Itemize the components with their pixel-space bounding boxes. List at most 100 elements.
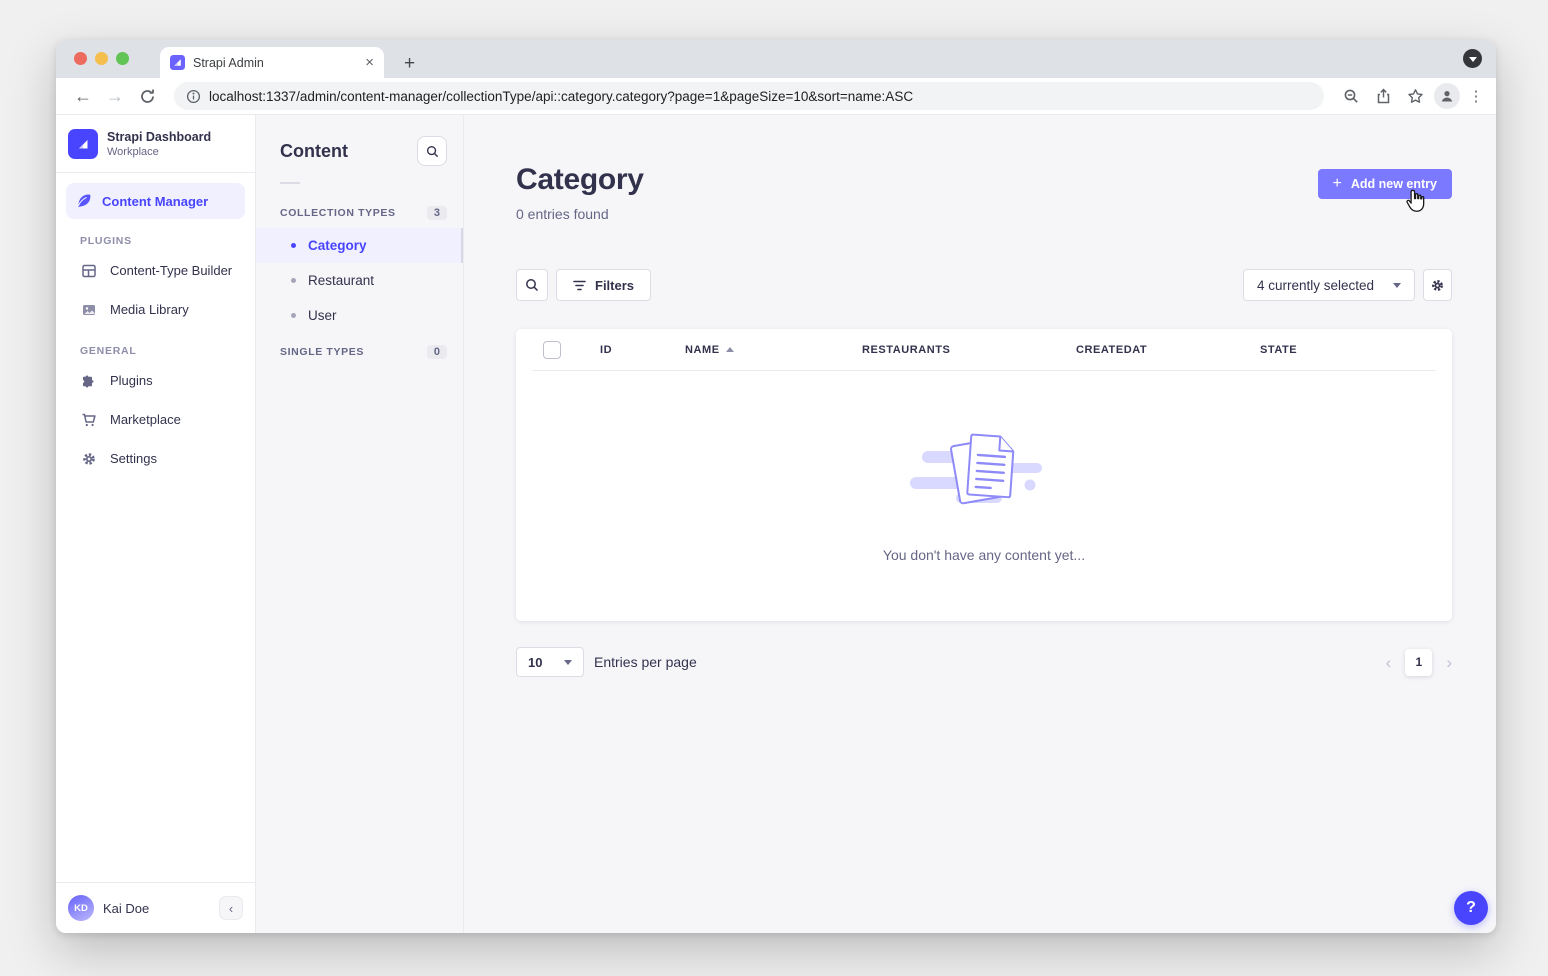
strapi-logo-icon [68,129,98,159]
sidebar-item-label: Plugins [110,373,153,388]
info-icon[interactable] [186,89,201,104]
browser-menu-icon[interactable]: ⋮ [1466,87,1486,105]
select-all-checkbox[interactable] [543,341,561,359]
gear-icon [1430,278,1445,293]
pen-icon [75,193,91,209]
user-name: Kai Doe [103,901,210,916]
sidebar-item-media-library[interactable]: Media Library [56,290,255,329]
search-button[interactable] [516,269,548,301]
collection-type-label: Restaurant [308,273,374,288]
tab-close-icon[interactable]: × [365,55,374,70]
subnav-divider [280,182,300,184]
screenshot-stage: Strapi Admin × + ← → localhost:1337/admi… [0,0,1548,976]
workspace-brand[interactable]: Strapi Dashboard Workplace [56,115,255,172]
page-title: Category [516,163,644,197]
collection-type-label: Category [308,238,367,253]
sidebar-item-plugins[interactable]: Plugins [56,361,255,400]
browser-tabstrip: Strapi Admin × + [56,40,1496,78]
forward-button[interactable]: → [102,86,128,107]
collection-type-label: User [308,308,337,323]
cart-icon [81,412,97,428]
sidebar-item-label: Marketplace [110,412,181,427]
brand-title: Strapi Dashboard [107,130,211,146]
back-button[interactable]: ← [70,86,96,107]
page-number-button[interactable]: 1 [1405,649,1432,676]
sort-asc-icon [726,347,734,352]
subnav-title: Content [280,141,348,162]
table-header-row: ID NAME RESTAURANTS CREATEDAT STATE [516,329,1452,370]
column-header-name[interactable]: NAME [685,344,862,356]
filters-button[interactable]: Filters [556,269,651,301]
reload-icon[interactable] [134,83,160,109]
column-header-id[interactable]: ID [600,344,685,356]
collection-types-count-badge: 3 [427,206,447,220]
documents-empty-illustration [904,421,1064,521]
close-window-button[interactable] [74,52,87,65]
zoom-icon[interactable] [1338,83,1364,109]
collapse-sidebar-button[interactable]: ‹ [219,896,243,920]
collection-type-item-category[interactable]: Category [256,228,463,263]
brand-subtitle: Workplace [107,146,211,158]
new-tab-button[interactable]: + [398,54,421,73]
bullet-icon [291,313,296,318]
sidebar-divider [56,172,255,173]
sidebar-item-label: Content Manager [102,194,208,209]
bullet-icon [291,278,296,283]
share-icon[interactable] [1370,83,1396,109]
minimize-window-button[interactable] [95,52,108,65]
entries-per-page-label: Entries per page [594,654,697,670]
column-header-createdat[interactable]: CREATEDAT [1076,344,1260,356]
filter-icon [573,280,586,291]
plus-icon: + [1333,176,1342,192]
chevron-down-icon [564,660,572,665]
subnav-search-button[interactable] [417,136,447,166]
column-header-state[interactable]: STATE [1260,344,1436,356]
sidebar-section-plugins: PLUGINS [80,235,255,247]
sidebar-item-marketplace[interactable]: Marketplace [56,400,255,439]
view-settings-button[interactable] [1423,269,1452,301]
favicon-strapi-icon [170,55,185,70]
puzzle-icon [81,373,97,389]
pagination-bar: 10 Entries per page ‹ 1 › [516,647,1452,677]
fields-selected-dropdown[interactable]: 4 currently selected [1243,269,1415,301]
sidebar-item-label: Content-Type Builder [110,263,232,278]
image-icon [81,302,97,318]
sidebar-item-label: Media Library [110,302,189,317]
chevron-down-icon [1393,283,1401,288]
browser-tab[interactable]: Strapi Admin × [160,47,384,78]
bookmark-star-icon[interactable] [1402,83,1428,109]
window-controls[interactable] [74,52,129,65]
browser-profile-icon[interactable] [1434,83,1460,109]
collection-types-label: COLLECTION TYPES [280,207,396,219]
sidebar-item-content-manager[interactable]: Content Manager [66,183,245,219]
entries-table: ID NAME RESTAURANTS CREATEDAT STATE [516,329,1452,621]
primary-sidebar: Strapi Dashboard Workplace Content Manag… [56,115,256,933]
content-subnav: Content COLLECTION TYPES 3 Category [256,115,464,933]
browser-media-control-icon[interactable] [1463,49,1482,68]
collection-type-item-user[interactable]: User [256,298,463,333]
page-size-select[interactable]: 10 [516,647,584,677]
column-header-restaurants[interactable]: RESTAURANTS [862,344,1076,356]
single-types-count-badge: 0 [427,345,447,359]
strapi-admin-app: Strapi Dashboard Workplace Content Manag… [56,115,1496,933]
previous-page-button[interactable]: ‹ [1386,654,1392,671]
browser-toolbar: ← → localhost:1337/admin/content-manager… [56,78,1496,115]
address-bar[interactable]: localhost:1337/admin/content-manager/col… [174,82,1324,110]
empty-state: You don't have any content yet... [516,371,1452,563]
sidebar-item-settings[interactable]: Settings [56,439,255,478]
next-page-button[interactable]: › [1446,654,1452,671]
zoom-window-button[interactable] [116,52,129,65]
sidebar-item-content-type-builder[interactable]: Content-Type Builder [56,251,255,290]
main-content: Category 0 entries found + Add new entry [464,115,1496,933]
tab-title: Strapi Admin [193,56,357,70]
empty-message: You don't have any content yet... [516,547,1452,563]
collection-type-item-restaurant[interactable]: Restaurant [256,263,463,298]
help-button[interactable]: ? [1454,891,1488,925]
browser-window: Strapi Admin × + ← → localhost:1337/admi… [56,40,1496,933]
url-text[interactable]: localhost:1337/admin/content-manager/col… [209,89,913,104]
entries-count: 0 entries found [516,206,644,222]
add-new-entry-button[interactable]: + Add new entry [1318,169,1452,199]
avatar[interactable]: KD [68,895,94,921]
sidebar-user-footer: KD Kai Doe ‹ [56,882,255,933]
layout-icon [81,263,97,279]
